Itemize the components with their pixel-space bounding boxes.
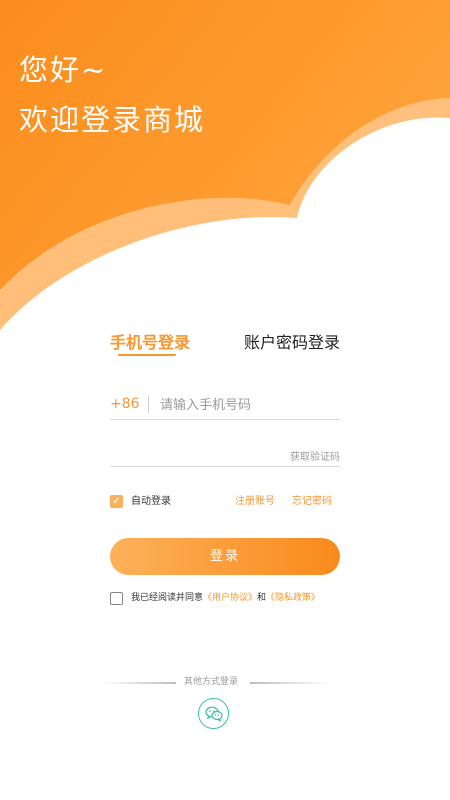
greeting: 您好~ 欢迎登录商城 <box>19 52 205 138</box>
get-code-button[interactable]: 获取验证码 <box>290 448 340 463</box>
divider-line-right <box>250 682 330 684</box>
agreement-checkbox[interactable] <box>110 592 123 605</box>
agreement-row: 我已经阅读并同意《用户协议》和《隐私政策》 <box>110 592 350 606</box>
wechat-icon <box>205 706 223 722</box>
user-agreement-link[interactable]: 《用户协议》 <box>203 593 257 603</box>
auto-login-checkbox[interactable]: ✓ <box>110 495 123 508</box>
privacy-policy-link[interactable]: 《隐私政策》 <box>266 593 320 603</box>
code-field: 获取验证码 <box>110 444 340 467</box>
login-button[interactable]: 登录 <box>110 538 340 575</box>
field-divider <box>148 396 149 413</box>
verification-code-input[interactable] <box>110 444 280 464</box>
agreement-and: 和 <box>257 593 267 603</box>
greeting-title: 您好~ <box>19 53 108 87</box>
other-login-divider: 其他方式登录 <box>100 676 330 690</box>
register-link[interactable]: 注册账号 <box>235 495 275 508</box>
tab-active-indicator <box>118 354 176 356</box>
tab-password-login-label: 账户密码登录 <box>243 333 340 352</box>
agreement-prefix: 我已经阅读并同意 <box>131 593 204 603</box>
auto-login-label: 自动登录 <box>131 496 171 507</box>
phone-field: +86 <box>110 394 340 420</box>
login-tabs: 手机号登录 账户密码登录 <box>110 332 340 358</box>
wechat-login-button[interactable] <box>198 698 229 729</box>
tab-phone-login-label: 手机号登录 <box>110 333 191 352</box>
welcome-title: 欢迎登录商城 <box>19 103 206 137</box>
divider-line-left <box>100 682 176 684</box>
country-code[interactable]: +86 <box>110 396 140 412</box>
tab-phone-login[interactable]: 手机号登录 <box>110 332 191 356</box>
tab-password-login[interactable]: 账户密码登录 <box>244 332 340 354</box>
agreement-text: 我已经阅读并同意《用户协议》和《隐私政策》 <box>131 592 320 605</box>
other-login-label: 其他方式登录 <box>184 677 239 687</box>
forgot-password-link[interactable]: 忘记密码 <box>292 495 332 508</box>
check-icon: ✓ <box>112 496 121 507</box>
login-options: ✓ 自动登录 注册账号 忘记密码 <box>110 495 340 509</box>
phone-input[interactable] <box>160 394 338 416</box>
